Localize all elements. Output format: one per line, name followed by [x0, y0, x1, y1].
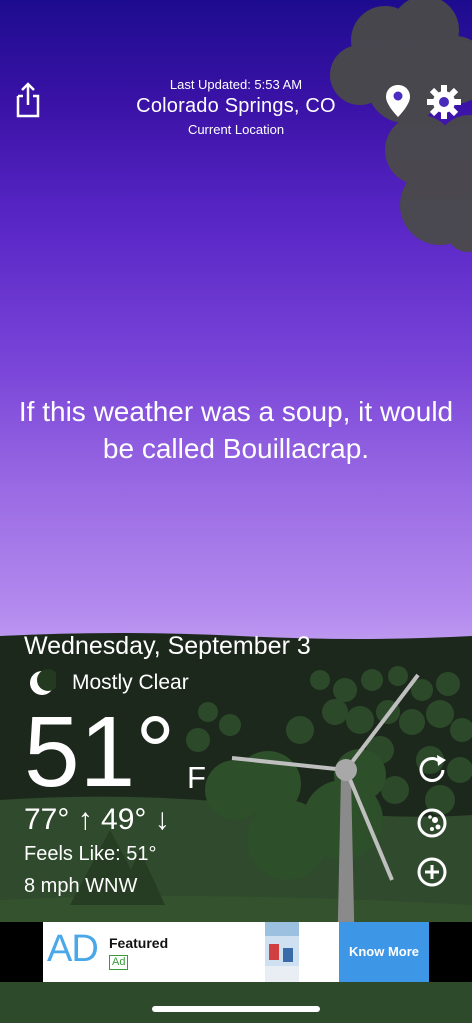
- crescent-moon-icon: [28, 669, 59, 697]
- feels-like-text: Feels Like: 51°: [24, 843, 157, 865]
- add-location-button[interactable]: [413, 853, 451, 891]
- gear-icon: [427, 85, 461, 119]
- temperature-unit[interactable]: F: [187, 760, 206, 796]
- location-label: Current Location: [187, 122, 285, 137]
- ad-banner[interactable]: AD Featured Ad Know More: [43, 922, 429, 982]
- ad-badge: Ad: [109, 955, 129, 970]
- share-button[interactable]: [12, 80, 44, 120]
- refresh-button[interactable]: [413, 751, 451, 789]
- date-label: Wednesday, September 3: [24, 632, 311, 660]
- high-low-temps: 77° ↑ 49° ↓: [24, 803, 170, 836]
- ad-title: Featured: [109, 935, 169, 951]
- map-pin-icon: [386, 85, 410, 117]
- wind-text: 8 mph WNW: [24, 875, 138, 897]
- settings-button[interactable]: [426, 84, 462, 120]
- weather-quote: If this weather was a soup, it would be …: [18, 396, 454, 464]
- location-button[interactable]: [385, 84, 411, 118]
- radar-button[interactable]: [413, 804, 451, 842]
- temperature-value: 51°: [24, 696, 176, 808]
- landscape-scene: [0, 0, 472, 1023]
- refresh-icon: [419, 755, 446, 782]
- radar-icon: [417, 808, 447, 838]
- ad-logo: AD: [47, 928, 99, 970]
- home-indicator[interactable]: [152, 1006, 320, 1012]
- ad-thumbnail-image: [265, 922, 299, 982]
- add-location-icon: [417, 857, 447, 887]
- ad-cta-button[interactable]: Know More: [339, 922, 429, 982]
- condition-text: Mostly Clear: [72, 671, 189, 694]
- share-icon: [16, 82, 40, 118]
